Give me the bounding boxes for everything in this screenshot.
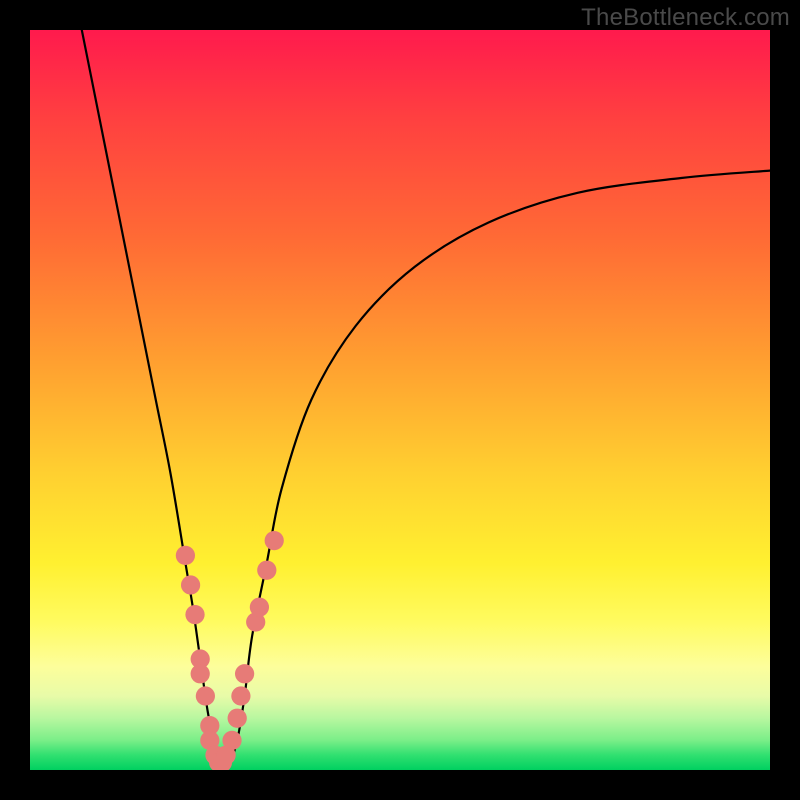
v-curve-line [82,30,770,770]
watermark-text: TheBottleneck.com [581,4,790,32]
marker-dot [176,546,195,565]
marker-dot [191,664,210,683]
marker-dot-group [176,531,284,770]
marker-dot [228,709,247,728]
marker-dot [231,686,250,705]
marker-dot [181,575,200,594]
marker-dot [235,664,254,683]
marker-dot [257,561,276,580]
curve-svg [30,30,770,770]
marker-dot [265,531,284,550]
plot-area [30,30,770,770]
chart-frame: TheBottleneck.com [0,0,800,800]
marker-dot [250,598,269,617]
marker-dot [185,605,204,624]
marker-dot [196,686,215,705]
marker-dot [222,731,241,750]
